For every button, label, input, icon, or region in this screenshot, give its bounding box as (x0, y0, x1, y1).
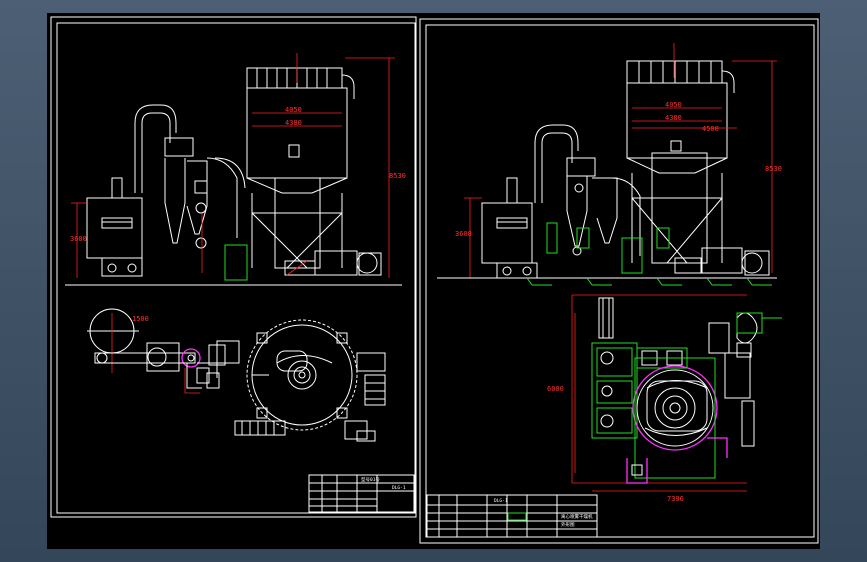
left-sheet-frame (50, 16, 417, 518)
dim-4050: 4050 (285, 106, 302, 114)
left-title-code: DLG-1 (392, 485, 406, 491)
right-sheet-frame (419, 18, 819, 544)
left-title-block: 型号01号 DLG-1 (308, 474, 415, 513)
left-plan-magenta-ring (181, 348, 201, 368)
right-magenta-duct (626, 458, 648, 484)
cad-viewport[interactable]: 4050 4380 3600 8530 1500 型号01号 DLG-1 405… (47, 13, 820, 549)
right-plan-view: 6000 7396 (547, 294, 782, 503)
left-pump-station (224, 244, 248, 281)
right-plan-green-frame (591, 342, 638, 439)
dim-height-left: 3600 (70, 235, 87, 243)
right-sheet: 4050 4380 4500 8530 3600 6000 7396 DLG-1… (419, 18, 819, 544)
right-dim-4050: 4050 (665, 101, 682, 109)
right-dim-plan-height: 6000 (547, 385, 564, 393)
dim-height-right: 8530 (389, 172, 406, 180)
left-valve (194, 180, 208, 194)
left-elevation-view: 4050 4380 3600 8530 (65, 53, 406, 286)
dim-4380: 4380 (285, 119, 302, 127)
right-dim-plan-width: 7396 (667, 495, 684, 503)
right-title-block: DLG-1 离心喷雾干燥机 外形图 (426, 494, 598, 538)
right-title-sub: 外形图 (561, 521, 575, 528)
right-elevation-view: 4050 4380 4500 8530 3600 (437, 43, 782, 286)
right-title-code: DLG-1 (494, 498, 508, 504)
left-title-ref: 型号01号 (361, 476, 380, 483)
right-sheet-inner-border (425, 24, 815, 538)
right-dim-height-right: 8530 (765, 165, 782, 173)
right-title-name: 离心喷雾干燥机 (561, 513, 593, 520)
right-green-column (546, 222, 558, 254)
dim-plan-dia: 1500 (132, 315, 149, 323)
left-plan-view: 1500 (87, 308, 386, 442)
right-dim-4500: 4500 (702, 125, 719, 133)
right-dim-height-left: 3600 (455, 230, 472, 238)
left-sheet: 4050 4380 3600 8530 1500 型号01号 DLG-1 (50, 16, 417, 518)
cad-drawing: 4050 4380 3600 8530 1500 型号01号 DLG-1 405… (50, 16, 819, 544)
right-dim-4380: 4380 (665, 114, 682, 122)
right-tower-magenta-ring (632, 365, 718, 451)
